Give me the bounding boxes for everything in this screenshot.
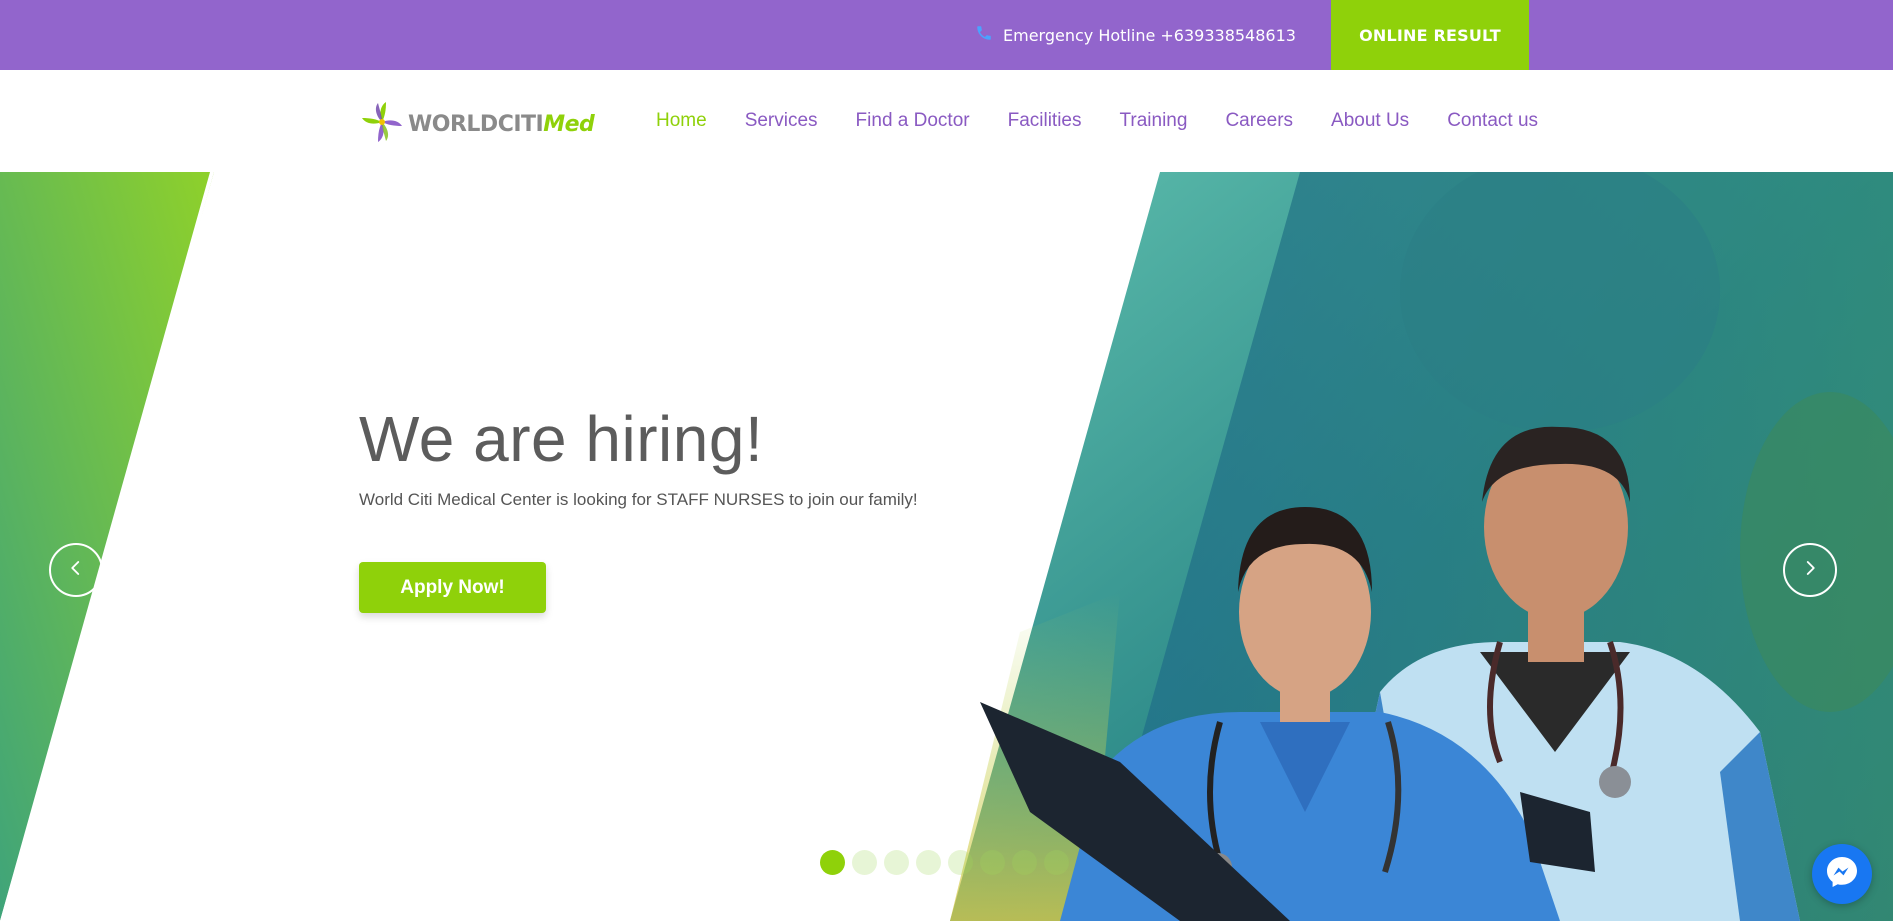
nav-item-about-us[interactable]: About Us: [1331, 110, 1409, 132]
nav-item-find-a-doctor[interactable]: Find a Doctor: [856, 110, 970, 132]
emergency-hotline[interactable]: Emergency Hotline +639338548613: [975, 0, 1296, 70]
top-bar: Emergency Hotline +639338548613 ONLINE R…: [0, 0, 1893, 70]
slider-dot[interactable]: [884, 850, 909, 875]
hero-slider: We are hiring! World Citi Medical Center…: [0, 172, 1893, 921]
page: Emergency Hotline +639338548613 ONLINE R…: [0, 0, 1893, 921]
nav-item-contact-us[interactable]: Contact us: [1447, 110, 1538, 132]
messenger-icon: [1824, 854, 1860, 894]
slider-dot[interactable]: [852, 850, 877, 875]
hero-image-nurses: [950, 172, 1893, 921]
slider-dots: [820, 850, 1069, 875]
slider-next-button[interactable]: [1783, 543, 1837, 597]
hero-headline: We are hiring!: [359, 403, 764, 475]
pinwheel-icon: [360, 100, 404, 148]
nav-item-careers[interactable]: Careers: [1225, 110, 1293, 132]
brand-logo[interactable]: WORLDCITIMed: [360, 100, 595, 148]
nav-item-training[interactable]: Training: [1120, 110, 1188, 132]
chevron-left-icon: [67, 559, 85, 581]
chevron-right-icon: [1801, 559, 1819, 581]
nav-item-facilities[interactable]: Facilities: [1008, 110, 1082, 132]
slider-dot[interactable]: [1012, 850, 1037, 875]
slider-dot[interactable]: [1044, 850, 1069, 875]
slider-dot[interactable]: [820, 850, 845, 875]
nav-item-services[interactable]: Services: [745, 110, 818, 132]
slider-prev-button[interactable]: [49, 543, 103, 597]
hero-subline: World Citi Medical Center is looking for…: [359, 490, 918, 509]
brand-name-part2: Med: [543, 111, 595, 137]
online-result-button[interactable]: ONLINE RESULT: [1331, 0, 1529, 70]
phone-icon: [975, 24, 993, 46]
brand-name-part1: WORLDCITI: [408, 111, 544, 137]
messenger-chat-button[interactable]: [1812, 844, 1872, 904]
slider-dot[interactable]: [948, 850, 973, 875]
nav-links: Home Services Find a Doctor Facilities T…: [656, 70, 1538, 172]
main-navbar: WORLDCITIMed Home Services Find a Doctor…: [0, 70, 1893, 172]
slider-dot[interactable]: [916, 850, 941, 875]
apply-now-button[interactable]: Apply Now!: [359, 562, 546, 613]
brand-name: WORLDCITIMed: [408, 111, 595, 137]
hotline-text: Emergency Hotline +639338548613: [1003, 25, 1296, 45]
nav-item-home[interactable]: Home: [656, 110, 707, 132]
slider-dot[interactable]: [980, 850, 1005, 875]
